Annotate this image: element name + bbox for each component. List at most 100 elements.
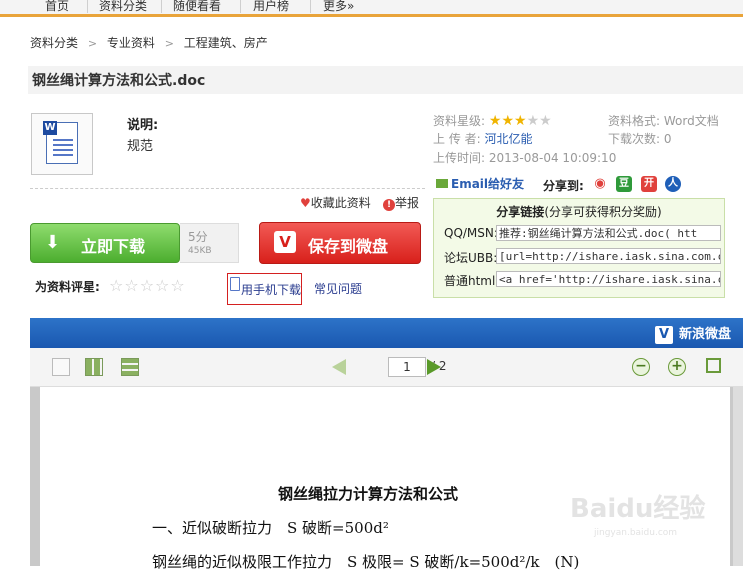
document-line: 钢丝绳的近似极限工作拉力 S 极限= S 破断/k=500d²/k (N) (152, 553, 580, 571)
qq-share-field[interactable]: 推荐:钢丝绳计算方法和公式.doc( htt (496, 225, 721, 241)
page-number-input[interactable]: 1 (388, 357, 426, 377)
rating-row: 资料星级: ★★★★★ (433, 112, 552, 129)
save-label: 保存到微盘 (308, 237, 389, 256)
fullscreen-icon[interactable] (706, 358, 721, 373)
share-to-label: 分享到: (543, 179, 584, 193)
star-outline-icon[interactable]: ☆ (170, 276, 184, 295)
document-viewport: 钢丝绳拉力计算方法和公式 一、近似破断拉力 S 破断=500d² 钢丝绳的近似极… (30, 387, 743, 571)
ubb-label: 论坛UBB: (444, 251, 498, 265)
star-outline-icon[interactable]: ☆ (124, 276, 138, 295)
star-icon: ★ (539, 113, 552, 129)
nav-home[interactable]: 首页 (45, 0, 69, 14)
star-icon: ★ (488, 113, 502, 129)
nav-separator (310, 0, 311, 13)
breadcrumb-item[interactable]: 资料分类 (30, 36, 78, 50)
kaixin-icon[interactable]: 开 (641, 176, 657, 192)
upload-time-label: 上传时间: (433, 151, 486, 165)
download-button[interactable]: ⬇ 立即下载 (30, 223, 180, 263)
chevron-right-icon: > (87, 37, 98, 50)
share-link-heading: 分享链接(分享可获得积分奖励) (434, 203, 724, 220)
rate-stars[interactable]: ☆☆☆☆☆ (109, 276, 186, 295)
uploader-label: 上 传 者: (433, 132, 481, 146)
phone-icon (230, 277, 240, 291)
star-icon: ★ (514, 113, 527, 129)
vdisk-brand: V 新浪微盘 (654, 323, 731, 344)
nav-separator (87, 0, 88, 13)
viewer-toolbar: 1 / 2 − + (30, 348, 743, 387)
breadcrumb-item[interactable]: 专业资料 (107, 36, 155, 50)
page-title: 钢丝绳计算方法和公式.doc (32, 73, 206, 89)
vdisk-icon: V (274, 231, 296, 253)
nav-browse[interactable]: 随便看看 (173, 0, 221, 14)
save-to-vdisk-button[interactable]: V 保存到微盘 (259, 222, 421, 264)
ubb-share-field[interactable]: [url=http://ishare.iask.sina.com.c (496, 248, 721, 264)
breadcrumb-item[interactable]: 工程建筑、房产 (184, 36, 268, 50)
favorite-label: 收藏此资料 (310, 196, 371, 210)
favorite-link[interactable]: ♥收藏此资料 (300, 194, 371, 211)
star-rating: ★★★★★ (488, 113, 552, 129)
thumbnail-view-icon[interactable] (121, 358, 139, 376)
nav-user-ranking[interactable]: 用户榜 (253, 0, 289, 14)
zoom-out-icon[interactable]: − (632, 358, 650, 376)
double-page-view-icon[interactable] (85, 358, 103, 376)
document-heading: 钢丝绳拉力计算方法和公式 (278, 485, 459, 503)
next-page-icon[interactable] (427, 359, 441, 375)
download-label: 立即下载 (81, 237, 146, 256)
douban-icon[interactable]: 豆 (616, 176, 632, 192)
downloads-label: 下载次数: (608, 132, 661, 146)
share-link-panel: 分享链接(分享可获得积分奖励) QQ/MSN: 推荐:钢丝绳计算方法和公式.do… (433, 198, 725, 298)
rating-label: 资料星级: (433, 114, 486, 128)
mobile-download-link[interactable]: 用手机下载 (227, 273, 302, 305)
nav-more[interactable]: 更多» (323, 0, 354, 14)
zoom-in-icon[interactable]: + (668, 358, 686, 376)
uploader-row: 上 传 者: 河北亿能 (433, 130, 533, 147)
top-nav: 首页 资料分类 随便看看 用户榜 更多» (0, 0, 743, 17)
email-friend-label: Email给好友 (451, 177, 525, 191)
breadcrumb: 资料分类 > 专业资料 > 工程建筑、房产 (30, 34, 268, 51)
word-doc-icon: W (31, 113, 93, 175)
html-label: 普通html: (444, 274, 500, 288)
nav-categories[interactable]: 资料分类 (99, 0, 147, 14)
star-outline-icon[interactable]: ☆ (109, 276, 123, 295)
heart-icon: ♥ (300, 196, 311, 210)
divider (30, 188, 425, 189)
description-value: 规范 (127, 139, 154, 154)
baidu-watermark-url: jingyan.baidu.com (594, 528, 678, 538)
vdisk-brand-label: 新浪微盘 (678, 327, 731, 342)
weibo-icon[interactable]: ◉ (592, 176, 608, 192)
doc-title-bar: 钢丝绳计算方法和公式.doc (28, 66, 743, 94)
download-cost: 5分 45KB (180, 223, 239, 263)
star-outline-icon[interactable]: ☆ (155, 276, 169, 295)
file-size: 45KB (188, 246, 212, 256)
mobile-download-label: 用手机下载 (241, 283, 302, 297)
share-link-hint: (分享可获得积分奖励) (544, 205, 662, 219)
single-page-view-icon[interactable] (52, 358, 70, 376)
html-share-field[interactable]: <a href='http://ishare.iask.sina.c (496, 271, 721, 287)
viewer-header: V 新浪微盘 (30, 318, 743, 348)
format-row: 资料格式: Word文档 (608, 112, 719, 129)
star-icon: ★ (526, 113, 540, 129)
rate-label: 为资料评星: (35, 280, 100, 294)
nav-separator (161, 0, 162, 13)
points-value: 5分 (188, 230, 208, 244)
vdisk-logo-icon: V (654, 326, 673, 344)
download-arrow-icon: ⬇ (45, 232, 61, 253)
document-page: 钢丝绳拉力计算方法和公式 一、近似破断拉力 S 破断=500d² 钢丝绳的近似极… (40, 387, 730, 571)
star-icon: ★ (501, 113, 514, 129)
prev-page-icon[interactable] (332, 359, 346, 375)
mail-icon (436, 179, 448, 188)
warning-icon: ! (383, 199, 395, 211)
viewer-scrollbar[interactable] (733, 387, 743, 566)
renren-icon[interactable]: 人 (665, 176, 681, 192)
faq-link[interactable]: 常见问题 (314, 280, 362, 297)
star-outline-icon[interactable]: ☆ (140, 276, 154, 295)
qq-label: QQ/MSN: (444, 226, 498, 240)
baidu-watermark: Baidu经验 (570, 494, 706, 524)
uploader-link[interactable]: 河北亿能 (485, 132, 533, 146)
email-friend-link[interactable]: Email给好友 (436, 175, 524, 192)
upload-time-value: 2013-08-04 10:09:10 (488, 151, 617, 165)
chevron-right-icon: > (164, 37, 174, 50)
report-link[interactable]: ! 举报 (383, 194, 419, 211)
upload-time-row: 上传时间: 2013-08-04 10:09:10 (433, 149, 616, 166)
report-label: 举报 (395, 196, 420, 210)
